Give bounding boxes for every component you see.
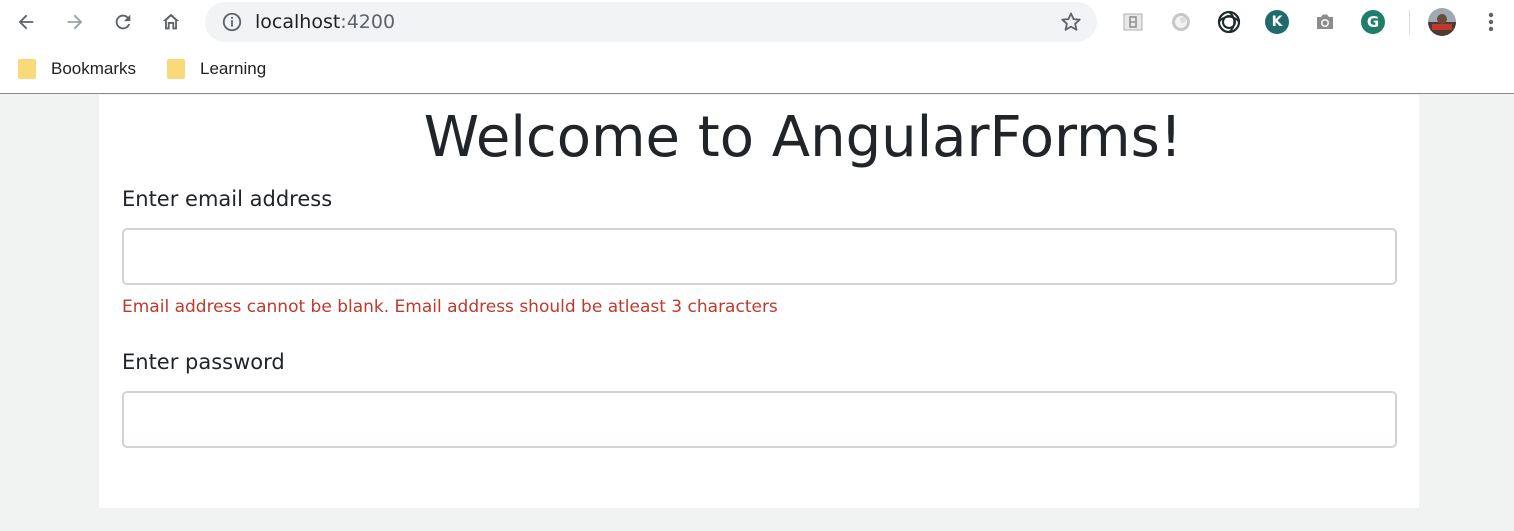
kebab-menu-icon [1488,12,1494,32]
folder-icon [18,59,36,79]
bookmark-folder-learning[interactable]: Learning [167,57,266,81]
grammarly-extension-button[interactable]: G [1359,8,1387,36]
password-input[interactable] [122,391,1397,448]
circle-extension-icon [1172,13,1190,31]
folder-icon [167,59,185,79]
reload-button[interactable] [107,6,139,38]
url-port: :4200 [340,11,396,33]
bookmark-star-icon[interactable] [1059,10,1083,34]
forward-button[interactable] [59,6,91,38]
bookmark-folder-bookmarks[interactable]: Bookmarks [18,57,136,81]
spiral-extension-icon [1217,10,1241,34]
bookmark-label: Bookmarks [51,59,137,78]
toolbar-separator [1409,10,1410,34]
grammarly-extension-letter: G [1366,13,1380,31]
email-error-message: Email address cannot be blank. Email add… [122,297,778,317]
site-info-icon[interactable] [221,11,243,33]
reader-extension-icon [1123,13,1143,31]
home-button[interactable] [155,6,187,38]
address-bar[interactable]: localhost:4200 [205,2,1097,42]
k-extension-letter: K [1271,14,1283,30]
reload-icon [115,14,131,30]
url-host: localhost [255,11,341,33]
email-label: Enter email address [122,187,333,211]
browser-menu-button[interactable] [1477,8,1505,36]
profile-avatar-button[interactable] [1428,8,1456,36]
home-icon [162,13,180,30]
page-title: Welcome to AngularForms! [423,105,1183,170]
circle-extension-button[interactable] [1167,8,1195,36]
back-arrow-icon [18,14,34,30]
password-label: Enter password [122,350,285,374]
bookmark-label: Learning [200,59,267,78]
bookmarks-bar: Bookmarks Learning [0,44,1514,94]
spiral-extension-button[interactable] [1215,8,1243,36]
email-input[interactable] [122,228,1397,285]
forward-arrow-icon [67,14,83,30]
camera-extension-button[interactable] [1311,8,1339,36]
k-extension-button[interactable]: K [1263,8,1291,36]
browser-toolbar: localhost:4200 K G [0,0,1514,44]
back-button[interactable] [10,6,42,38]
reader-extension-button[interactable] [1119,8,1147,36]
form-card: Welcome to AngularForms! Enter email add… [99,95,1419,508]
avatar-icon [1428,8,1456,36]
address-url[interactable]: localhost:4200 [255,10,395,34]
camera-extension-icon [1317,14,1333,29]
